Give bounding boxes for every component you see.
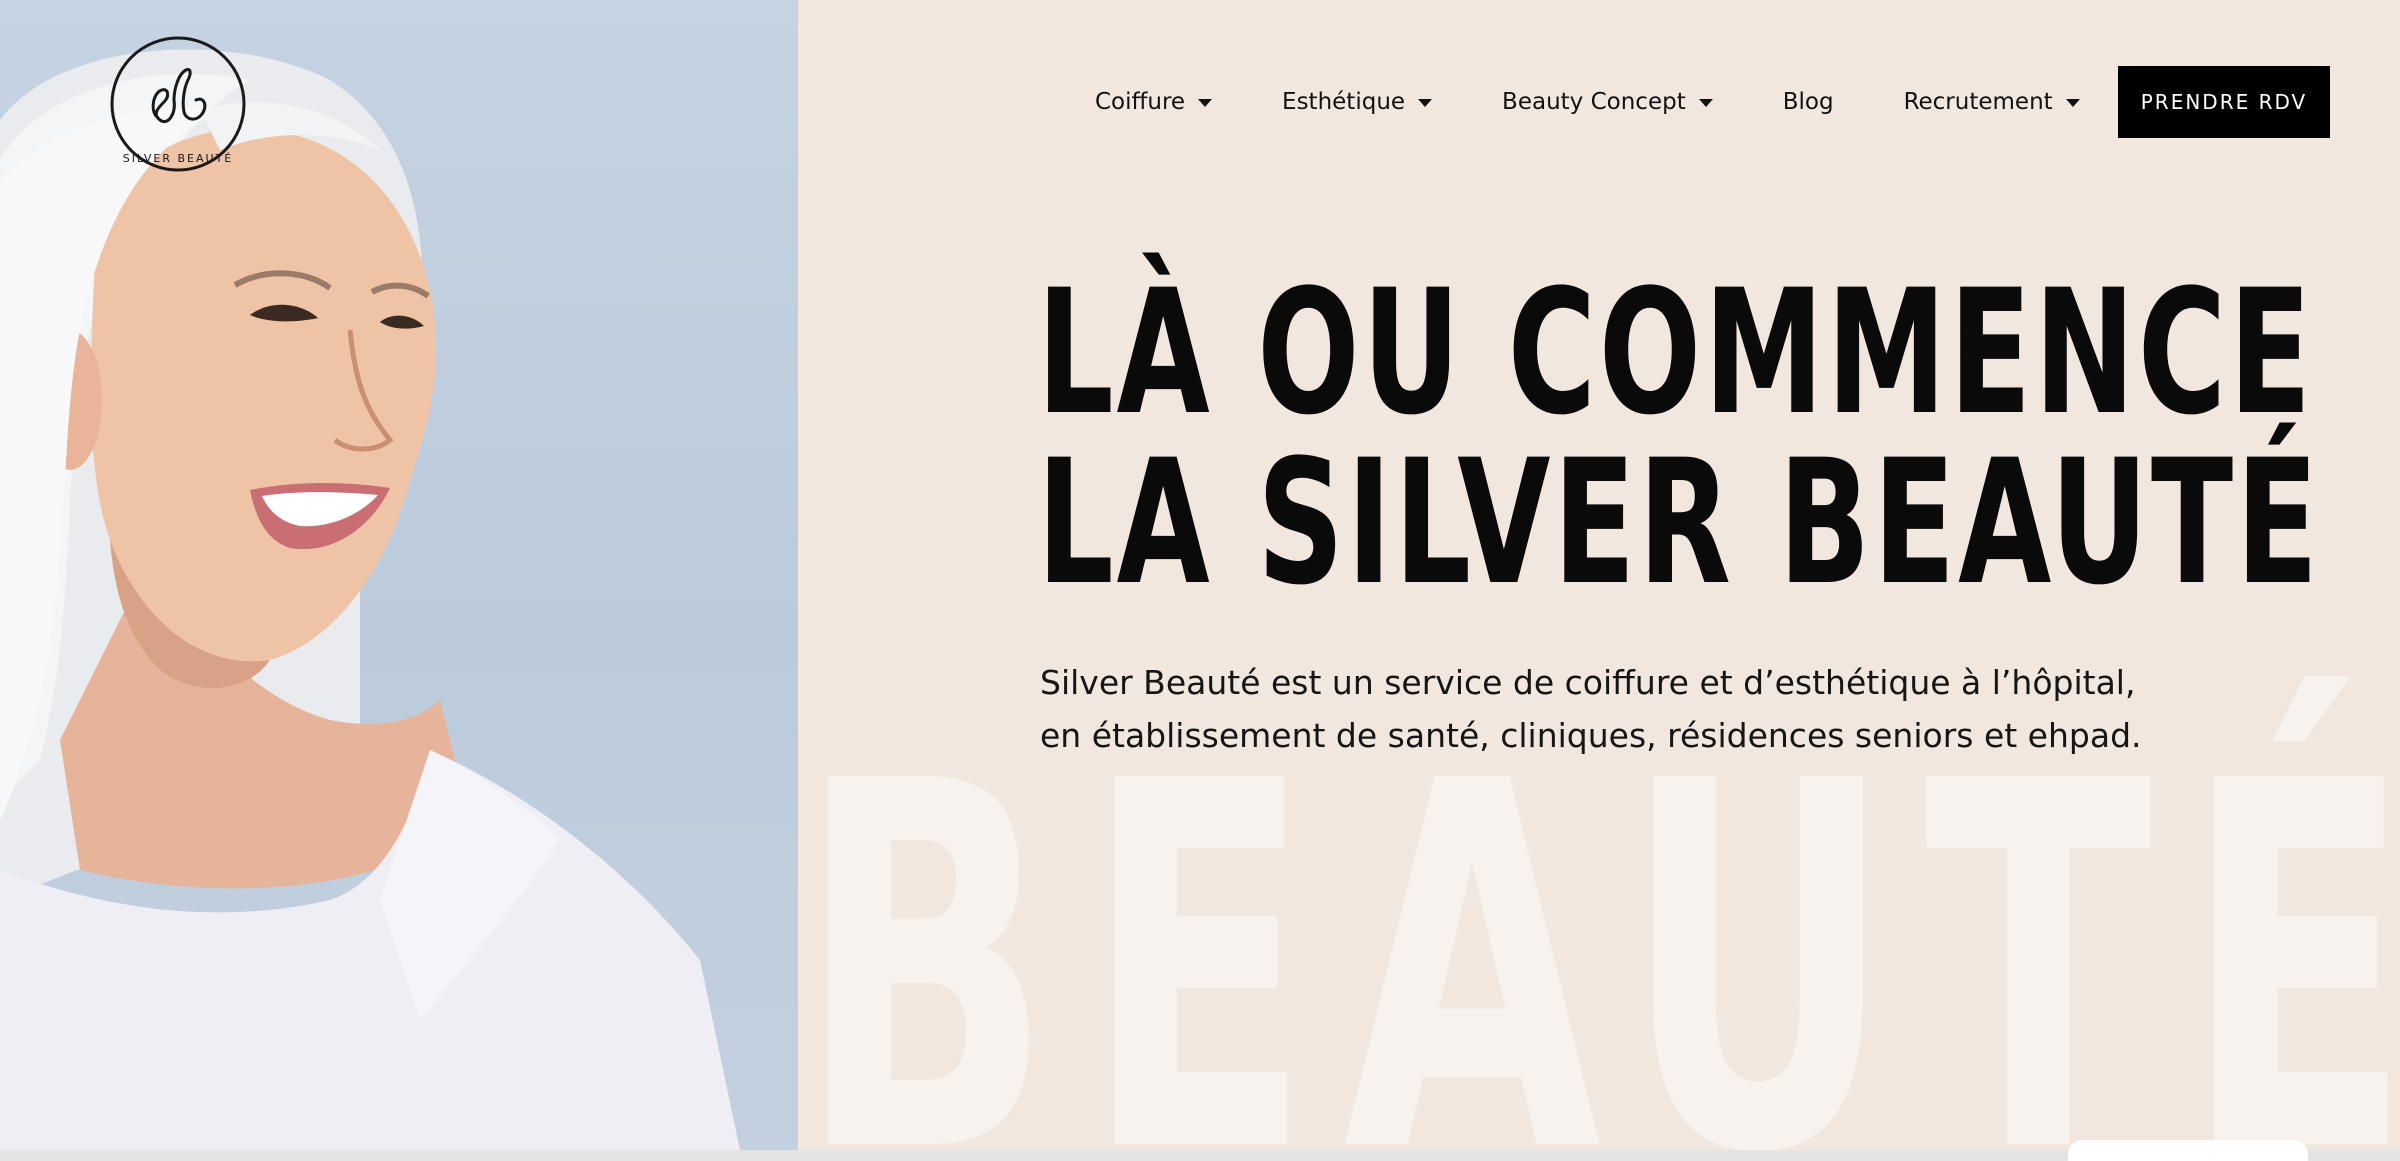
main-nav: Coiffure Esthétique Beauty Concept Blog … [1095,66,2150,138]
nav-item-label: Blog [1782,89,1834,115]
silver-beaute-logo-icon: SILVER BEAUTÉ [110,36,246,172]
nav-item-label: Recrutement [1903,89,2053,115]
nav-item-beauty-concept[interactable]: Beauty Concept [1502,89,1713,115]
hero-intro-text: Silver Beauté est un service de coiffure… [1040,663,2142,755]
brand-logo[interactable]: SILVER BEAUTÉ [104,30,252,178]
nav-item-label: Beauty Concept [1502,89,1686,115]
hero-headline: LÀ OU COMMENCE LA SILVER BEAUTÉ [1037,252,2321,623]
book-appointment-button[interactable]: PRENDRE RDV [2118,66,2330,138]
bottom-strip [0,1150,2400,1161]
headline-line-1: LÀ OU COMMENCE [1037,252,2315,453]
nav-item-esthetique[interactable]: Esthétique [1282,89,1433,115]
page: SILVER BEAUTÉ BEAUTÉ Coiffure Esthétique… [0,0,2400,1161]
caret-down-icon [1698,99,1713,107]
nav-item-label: Esthétique [1282,89,1406,115]
nav-item-blog[interactable]: Blog [1783,89,1834,115]
caret-down-icon [1198,99,1213,107]
nav-item-coiffure[interactable]: Coiffure [1095,89,1213,115]
nav-item-recrutement[interactable]: Recrutement [1904,89,2080,115]
background-watermark: BEAUTÉ [798,676,2400,1151]
headline-line-2: LA SILVER BEAUTÉ [1037,422,2321,623]
floating-card[interactable] [2068,1140,2308,1161]
caret-down-icon [2065,99,2080,107]
nav-item-label: Coiffure [1095,89,1186,115]
caret-down-icon [1418,99,1433,107]
svg-text:SILVER BEAUTÉ: SILVER BEAUTÉ [123,152,234,165]
